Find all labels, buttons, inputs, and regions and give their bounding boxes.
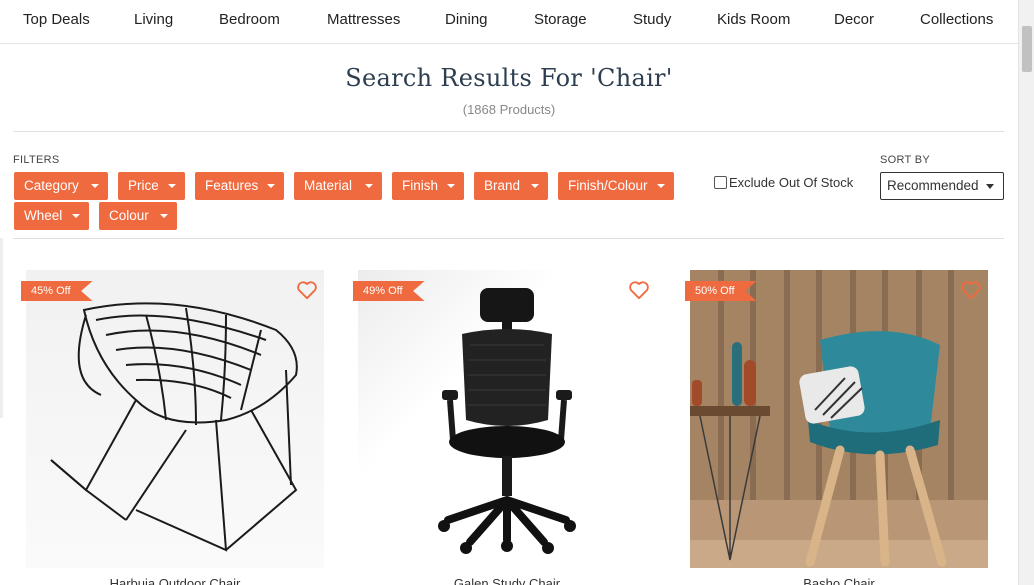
filter-category-label: Category [24, 178, 79, 193]
product-count: (1868 Products) [462, 102, 556, 117]
left-edge-tab [0, 238, 3, 418]
product-name[interactable]: Basho Chair [690, 576, 988, 585]
caret-down-icon [365, 184, 373, 188]
top-navigation: Top Deals Living Bedroom Mattresses Dini… [0, 0, 1018, 44]
filter-category[interactable]: Category [14, 172, 108, 200]
filter-finish[interactable]: Finish [392, 172, 464, 200]
sort-label: SORT BY [880, 154, 930, 166]
nav-collections[interactable]: Collections [920, 11, 993, 28]
filter-material-label: Material [304, 178, 353, 193]
nav-bedroom[interactable]: Bedroom [219, 11, 280, 28]
filter-finish-colour[interactable]: Finish/Colour [558, 172, 674, 200]
divider-filters [13, 238, 1004, 239]
filter-finish-colour-label: Finish/Colour [568, 178, 648, 193]
product-card[interactable]: 45% Off Harbuia Outdoor Chair [21, 270, 324, 585]
caret-down-icon [160, 214, 168, 218]
product-name[interactable]: Harbuia Outdoor Chair [26, 576, 324, 585]
caret-down-icon [531, 184, 539, 188]
page-scrollbar[interactable] [1018, 0, 1034, 585]
nav-decor[interactable]: Decor [834, 11, 874, 28]
filter-price[interactable]: Price [118, 172, 185, 200]
filter-wheel[interactable]: Wheel [14, 202, 89, 230]
sort-selected-value: Recommended [887, 178, 979, 193]
caret-down-icon [168, 184, 176, 188]
wire-chair-image [26, 270, 324, 568]
caret-down-icon [986, 184, 994, 189]
filters-label: FILTERS [13, 154, 60, 166]
office-chair-image [358, 270, 656, 568]
divider-top [13, 131, 1004, 132]
filter-colour[interactable]: Colour [99, 202, 177, 230]
heart-icon[interactable] [960, 280, 982, 300]
exclude-out-of-stock[interactable]: Exclude Out Of Stock [714, 175, 853, 190]
caret-down-icon [72, 214, 80, 218]
caret-down-icon [447, 184, 455, 188]
caret-down-icon [657, 184, 665, 188]
exclude-label: Exclude Out Of Stock [729, 175, 854, 190]
product-image[interactable] [26, 270, 324, 568]
heart-icon[interactable] [628, 280, 650, 300]
filter-features-label: Features [205, 178, 259, 193]
heart-icon[interactable] [296, 280, 318, 300]
product-card[interactable]: 50% Off Basho Chair [685, 270, 988, 585]
nav-mattresses[interactable]: Mattresses [327, 11, 400, 28]
product-image[interactable] [358, 270, 656, 568]
product-name[interactable]: Galen Study Chair [358, 576, 656, 585]
filter-brand[interactable]: Brand [474, 172, 548, 200]
filter-brand-label: Brand [484, 178, 521, 193]
nav-study[interactable]: Study [633, 11, 671, 28]
filter-price-label: Price [128, 178, 159, 193]
product-card[interactable]: 49% Off Galen Study Chair [353, 270, 656, 585]
filter-material[interactable]: Material [294, 172, 382, 200]
filter-finish-label: Finish [402, 178, 439, 193]
filter-wheel-label: Wheel [24, 208, 63, 223]
product-image[interactable] [690, 270, 988, 568]
teal-chair-image [690, 270, 988, 568]
nav-top-deals[interactable]: Top Deals [23, 11, 90, 28]
scrollbar-thumb[interactable] [1022, 26, 1032, 72]
nav-living[interactable]: Living [134, 11, 173, 28]
caret-down-icon [91, 184, 99, 188]
filter-colour-label: Colour [109, 208, 149, 223]
nav-dining[interactable]: Dining [445, 11, 488, 28]
nav-kids-room[interactable]: Kids Room [717, 11, 790, 28]
sort-select[interactable]: Recommended [880, 172, 1004, 200]
exclude-checkbox[interactable] [714, 176, 727, 189]
page-title: Search Results For 'Chair' [345, 64, 673, 92]
nav-storage[interactable]: Storage [534, 11, 587, 28]
caret-down-icon [267, 184, 275, 188]
filter-features[interactable]: Features [195, 172, 284, 200]
